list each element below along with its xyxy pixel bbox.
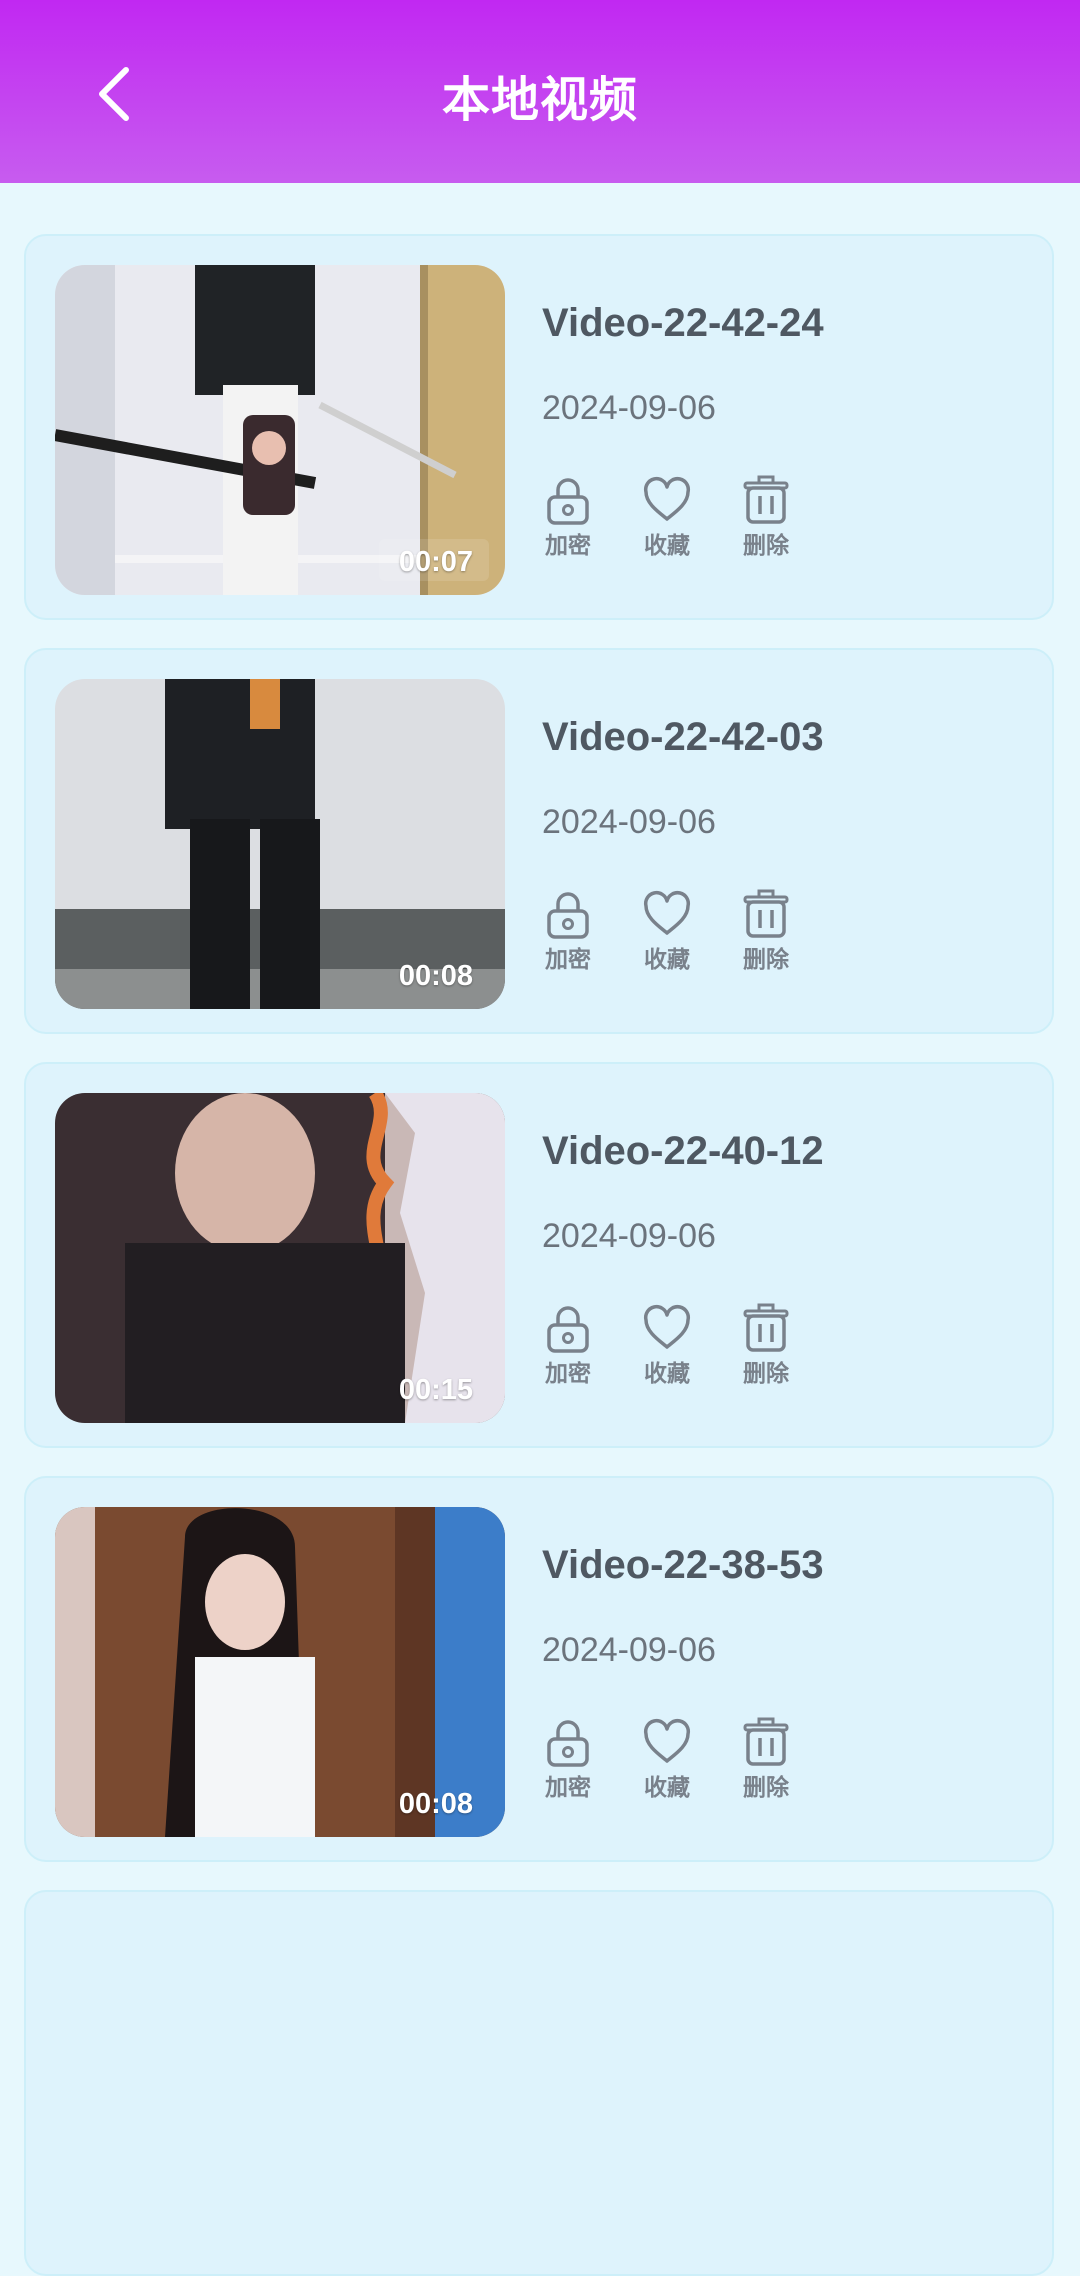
video-duration: 00:08 bbox=[398, 1788, 473, 1820]
video-thumbnail[interactable]: 00:07 bbox=[55, 265, 505, 595]
video-card[interactable]: 00:08 Video-22-38-53 2024-09-06 加密 收藏 删除 bbox=[24, 1476, 1054, 1862]
delete-button[interactable]: 删除 bbox=[740, 1302, 839, 1388]
video-thumbnail[interactable]: 00:15 bbox=[55, 1093, 505, 1423]
encrypt-label: 加密 bbox=[545, 947, 591, 973]
heart-icon bbox=[641, 474, 693, 526]
video-thumbnail[interactable]: 00:08 bbox=[55, 1507, 505, 1837]
delete-label: 删除 bbox=[743, 1361, 789, 1387]
page-title: 本地视频 bbox=[441, 72, 638, 128]
video-date: 2024-09-06 bbox=[542, 803, 716, 841]
encrypt-button[interactable]: 加密 bbox=[542, 474, 641, 560]
trash-icon bbox=[740, 888, 792, 940]
favorite-label: 收藏 bbox=[644, 1775, 690, 1801]
encrypt-button[interactable]: 加密 bbox=[542, 1716, 641, 1802]
lock-icon bbox=[542, 888, 594, 940]
video-duration: 00:07 bbox=[398, 546, 473, 578]
delete-label: 删除 bbox=[743, 533, 789, 559]
video-card[interactable] bbox=[24, 1890, 1054, 2276]
trash-icon bbox=[740, 474, 792, 526]
trash-icon bbox=[740, 1716, 792, 1768]
encrypt-button[interactable]: 加密 bbox=[542, 888, 641, 974]
video-card[interactable]: 00:15 Video-22-40-12 2024-09-06 加密 收藏 删除 bbox=[24, 1062, 1054, 1448]
favorite-button[interactable]: 收藏 bbox=[641, 1716, 740, 1802]
favorite-button[interactable]: 收藏 bbox=[641, 474, 740, 560]
delete-label: 删除 bbox=[743, 947, 789, 973]
heart-icon bbox=[641, 1716, 693, 1768]
favorite-label: 收藏 bbox=[644, 947, 690, 973]
lock-icon bbox=[542, 1302, 594, 1354]
video-title: Video-22-42-03 bbox=[542, 715, 824, 759]
video-date: 2024-09-06 bbox=[542, 389, 716, 427]
favorite-label: 收藏 bbox=[644, 1361, 690, 1387]
action-bar: 加密 收藏 删除 bbox=[542, 888, 839, 974]
action-bar: 加密 收藏 删除 bbox=[542, 474, 839, 560]
delete-label: 删除 bbox=[743, 1775, 789, 1801]
lock-icon bbox=[542, 1716, 594, 1768]
video-duration: 00:15 bbox=[398, 1374, 473, 1406]
favorite-label: 收藏 bbox=[644, 533, 690, 559]
action-bar: 加密 收藏 删除 bbox=[542, 1716, 839, 1802]
video-title: Video-22-38-53 bbox=[542, 1543, 824, 1587]
action-bar: 加密 收藏 删除 bbox=[542, 1302, 839, 1388]
video-card[interactable]: 00:08 Video-22-42-03 2024-09-06 加密 收藏 删除 bbox=[24, 648, 1054, 1034]
heart-icon bbox=[641, 1302, 693, 1354]
video-date: 2024-09-06 bbox=[542, 1217, 716, 1255]
video-title: Video-22-42-24 bbox=[542, 301, 824, 345]
video-card[interactable]: 00:07 Video-22-42-24 2024-09-06 加密 收藏 删除 bbox=[24, 234, 1054, 620]
favorite-button[interactable]: 收藏 bbox=[641, 888, 740, 974]
lock-icon bbox=[542, 474, 594, 526]
encrypt-label: 加密 bbox=[545, 1361, 591, 1387]
video-date: 2024-09-06 bbox=[542, 1631, 716, 1669]
video-title: Video-22-40-12 bbox=[542, 1129, 824, 1173]
delete-button[interactable]: 删除 bbox=[740, 1716, 839, 1802]
heart-icon bbox=[641, 888, 693, 940]
video-duration: 00:08 bbox=[398, 960, 473, 992]
encrypt-label: 加密 bbox=[545, 1775, 591, 1801]
app-header: 本地视频 bbox=[0, 0, 1080, 183]
delete-button[interactable]: 删除 bbox=[740, 888, 839, 974]
encrypt-button[interactable]: 加密 bbox=[542, 1302, 641, 1388]
delete-button[interactable]: 删除 bbox=[740, 474, 839, 560]
video-thumbnail[interactable]: 00:08 bbox=[55, 679, 505, 1009]
trash-icon bbox=[740, 1302, 792, 1354]
encrypt-label: 加密 bbox=[545, 533, 591, 559]
favorite-button[interactable]: 收藏 bbox=[641, 1302, 740, 1388]
